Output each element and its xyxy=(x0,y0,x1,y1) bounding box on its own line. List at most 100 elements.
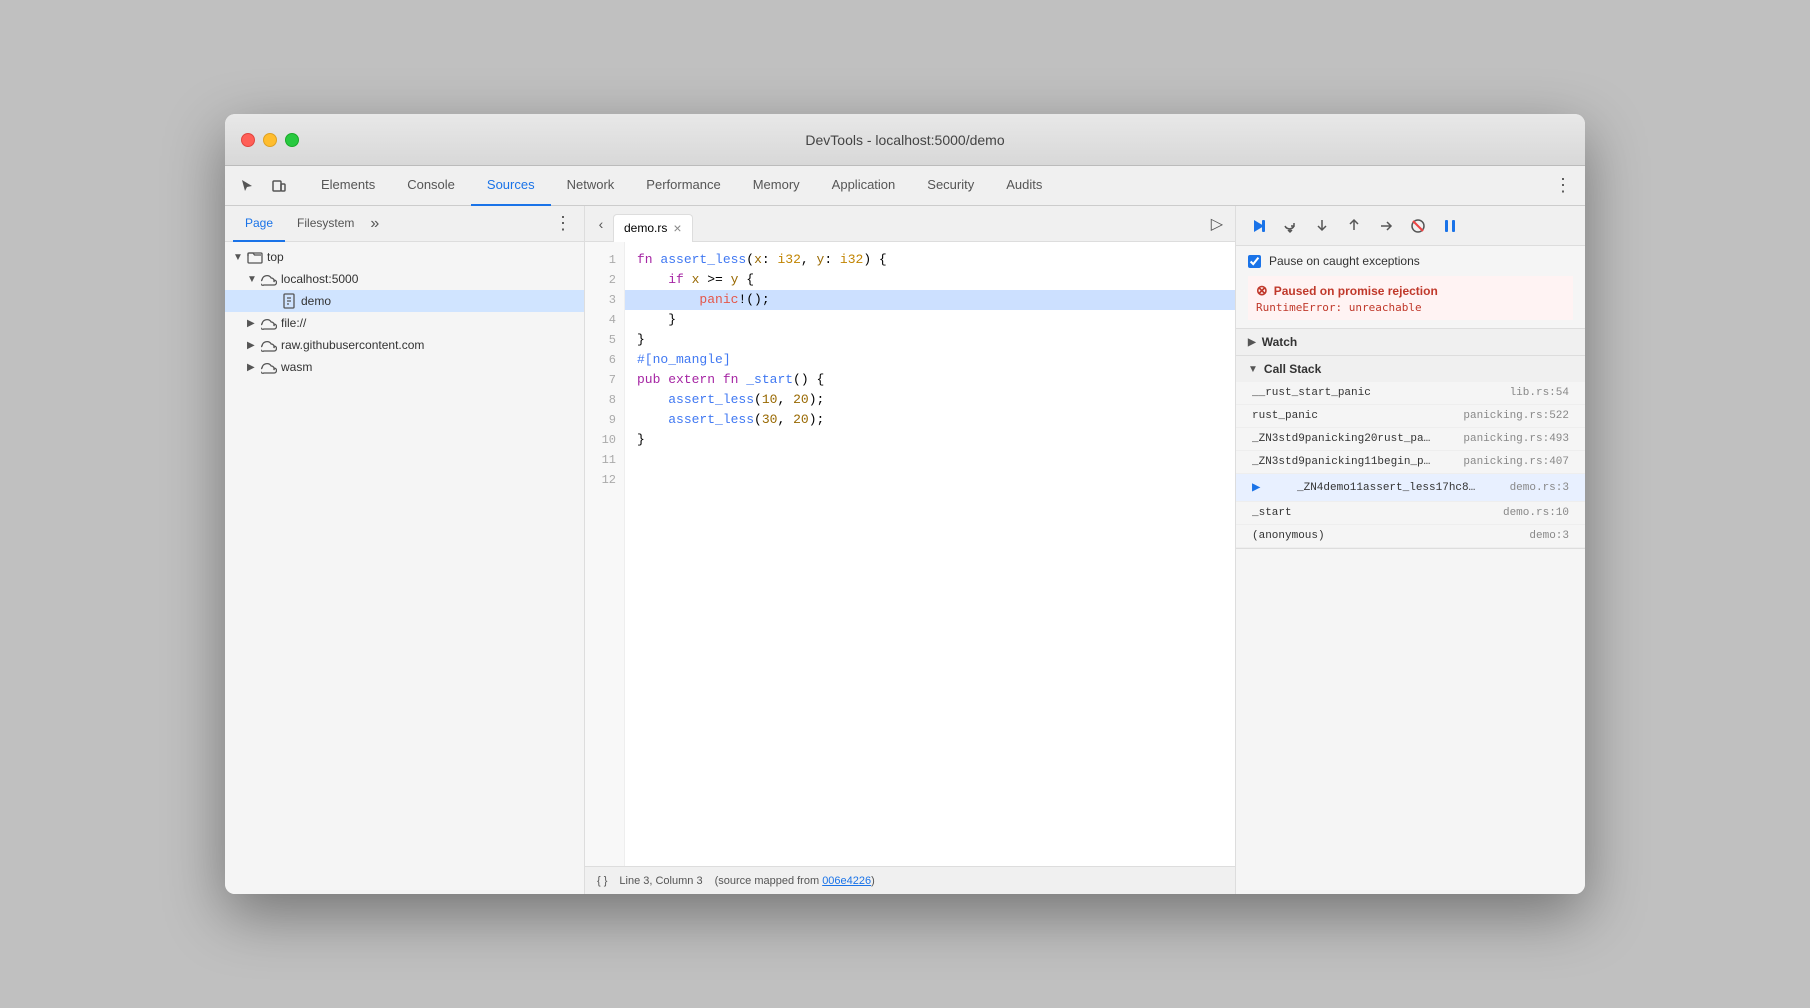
file-tree: ▼ top ▼ localhost:5000 demo xyxy=(225,242,584,894)
line-num-1: 1 xyxy=(585,250,624,270)
panel-tab-more-icon[interactable]: » xyxy=(366,215,383,233)
call-stack-loc-0: lib.rs:54 xyxy=(1510,387,1569,399)
code-tab-close-icon[interactable]: × xyxy=(673,220,681,236)
code-tab-name: demo.rs xyxy=(624,221,667,235)
cursor-icon[interactable] xyxy=(233,172,261,200)
code-editor: 1 2 3 4 5 6 7 8 9 10 11 12 fn assert_les… xyxy=(585,242,1235,866)
call-stack-item-3[interactable]: _ZN3std9panicking11begin_pa... panicking… xyxy=(1236,451,1585,474)
step-into-button[interactable] xyxy=(1308,212,1336,240)
tree-item-wasm[interactable]: ▶ wasm xyxy=(225,356,584,378)
traffic-lights xyxy=(241,133,299,147)
watch-header[interactable]: ▶ Watch xyxy=(1236,329,1585,355)
call-stack-item-0[interactable]: __rust_start_panic lib.rs:54 xyxy=(1236,382,1585,405)
call-stack-name-1: rust_panic xyxy=(1252,410,1432,422)
watch-section: ▶ Watch xyxy=(1236,329,1585,356)
call-stack-loc-4: demo.rs:3 xyxy=(1510,482,1569,494)
paused-title-text: Paused on promise rejection xyxy=(1274,284,1438,298)
line-num-2: 2 xyxy=(585,270,624,290)
panel-tab-page[interactable]: Page xyxy=(233,206,285,242)
device-toggle-icon[interactable] xyxy=(265,172,293,200)
exception-section: Pause on caught exceptions ⊗ Paused on p… xyxy=(1236,246,1585,329)
maximize-button[interactable] xyxy=(285,133,299,147)
tree-label-file: file:// xyxy=(281,316,306,330)
tab-memory[interactable]: Memory xyxy=(737,166,816,206)
paused-banner: ⊗ Paused on promise rejection RuntimeErr… xyxy=(1248,276,1573,320)
tab-security[interactable]: Security xyxy=(911,166,990,206)
toolbar-icons xyxy=(233,172,293,200)
call-stack-item-2[interactable]: _ZN3std9panicking20rust_pani... panickin… xyxy=(1236,428,1585,451)
code-line-1: fn assert_less(x: i32, y: i32) { xyxy=(625,250,1235,270)
tree-item-top[interactable]: ▼ top xyxy=(225,246,584,268)
code-tab-back-icon[interactable]: ‹ xyxy=(589,212,613,236)
line-num-10: 10 xyxy=(585,430,624,450)
tab-performance[interactable]: Performance xyxy=(630,166,736,206)
call-stack-item-4[interactable]: ▶ _ZN4demo11assert_less17hc8... demo.rs:… xyxy=(1236,474,1585,502)
code-line-11: } xyxy=(625,430,1235,450)
tree-label-raw-github: raw.githubusercontent.com xyxy=(281,338,424,352)
main-content: Page Filesystem » ⋮ ▼ top ▼ localho xyxy=(225,206,1585,894)
file-icon-demo xyxy=(281,293,297,309)
more-options-icon[interactable]: ⋮ xyxy=(1549,172,1577,200)
call-stack-section: ▼ Call Stack __rust_start_panic lib.rs:5… xyxy=(1236,356,1585,549)
arrow-wasm: ▶ xyxy=(247,362,261,373)
step-over-button[interactable] xyxy=(1276,212,1304,240)
tab-network[interactable]: Network xyxy=(551,166,631,206)
tree-label-localhost: localhost:5000 xyxy=(281,272,358,286)
status-line-col: Line 3, Column 3 xyxy=(619,875,702,887)
code-status-bar: { } Line 3, Column 3 (source mapped from… xyxy=(585,866,1235,894)
arrow-raw-github: ▶ xyxy=(247,340,261,351)
pause-on-caught-checkbox[interactable] xyxy=(1248,255,1261,268)
panel-dots-icon[interactable]: ⋮ xyxy=(550,213,576,234)
resume-button[interactable] xyxy=(1244,212,1272,240)
arrow-localhost: ▼ xyxy=(247,274,261,285)
tab-audits[interactable]: Audits xyxy=(990,166,1058,206)
cloud-icon-localhost xyxy=(261,271,277,287)
call-stack-item-6[interactable]: (anonymous) demo:3 xyxy=(1236,525,1585,548)
left-panel-tabs: Page Filesystem » ⋮ xyxy=(225,206,584,242)
tree-item-demo[interactable]: demo xyxy=(225,290,584,312)
call-stack-header[interactable]: ▼ Call Stack xyxy=(1236,356,1585,382)
panel-tab-filesystem[interactable]: Filesystem xyxy=(285,206,366,242)
tree-item-raw-github[interactable]: ▶ raw.githubusercontent.com xyxy=(225,334,584,356)
call-stack-loc-6: demo:3 xyxy=(1529,530,1569,542)
tab-sources[interactable]: Sources xyxy=(471,166,551,206)
tree-label-demo: demo xyxy=(301,294,331,308)
close-button[interactable] xyxy=(241,133,255,147)
code-line-8: pub extern fn _start() { xyxy=(625,370,1235,390)
deactivate-breakpoints-button[interactable] xyxy=(1404,212,1432,240)
status-source-map: (source mapped from 006e4226) xyxy=(715,875,875,887)
tab-elements[interactable]: Elements xyxy=(305,166,391,206)
paused-error-text: RuntimeError: unreachable xyxy=(1256,301,1565,314)
code-tab-play-icon[interactable]: ▷ xyxy=(1203,214,1231,234)
line-num-6: 6 xyxy=(585,350,624,370)
code-line-3: panic!(); xyxy=(625,290,1235,310)
step-button[interactable] xyxy=(1372,212,1400,240)
format-icon[interactable]: { } xyxy=(597,875,607,887)
line-num-5: 5 xyxy=(585,330,624,350)
toolbar-end: ⋮ xyxy=(1549,172,1577,200)
source-map-link[interactable]: 006e4226 xyxy=(822,875,871,887)
call-stack-loc-1: panicking.rs:522 xyxy=(1463,410,1569,422)
tree-item-localhost[interactable]: ▼ localhost:5000 xyxy=(225,268,584,290)
call-stack-item-5[interactable]: _start demo.rs:10 xyxy=(1236,502,1585,525)
step-out-button[interactable] xyxy=(1340,212,1368,240)
cloud-icon-file xyxy=(261,315,277,331)
pause-on-exceptions-button[interactable] xyxy=(1436,212,1464,240)
call-stack-name-4: _ZN4demo11assert_less17hc8... xyxy=(1297,482,1477,494)
window-title: DevTools - localhost:5000/demo xyxy=(805,132,1004,148)
paused-title: ⊗ Paused on promise rejection xyxy=(1256,282,1565,299)
tab-application[interactable]: Application xyxy=(816,166,912,206)
main-toolbar: Elements Console Sources Network Perform… xyxy=(225,166,1585,206)
call-stack-arrow-icon: ▼ xyxy=(1248,364,1258,375)
code-tab-demo[interactable]: demo.rs × xyxy=(613,214,693,242)
call-stack-item-1[interactable]: rust_panic panicking.rs:522 xyxy=(1236,405,1585,428)
tab-console[interactable]: Console xyxy=(391,166,471,206)
minimize-button[interactable] xyxy=(263,133,277,147)
tree-item-file[interactable]: ▶ file:// xyxy=(225,312,584,334)
cloud-icon-wasm xyxy=(261,359,277,375)
tree-label-top: top xyxy=(267,250,284,264)
call-stack-loc-2: panicking.rs:493 xyxy=(1463,433,1569,445)
pause-on-caught-label[interactable]: Pause on caught exceptions xyxy=(1248,254,1573,268)
call-stack-name-5: _start xyxy=(1252,507,1432,519)
tree-label-wasm: wasm xyxy=(281,360,312,374)
